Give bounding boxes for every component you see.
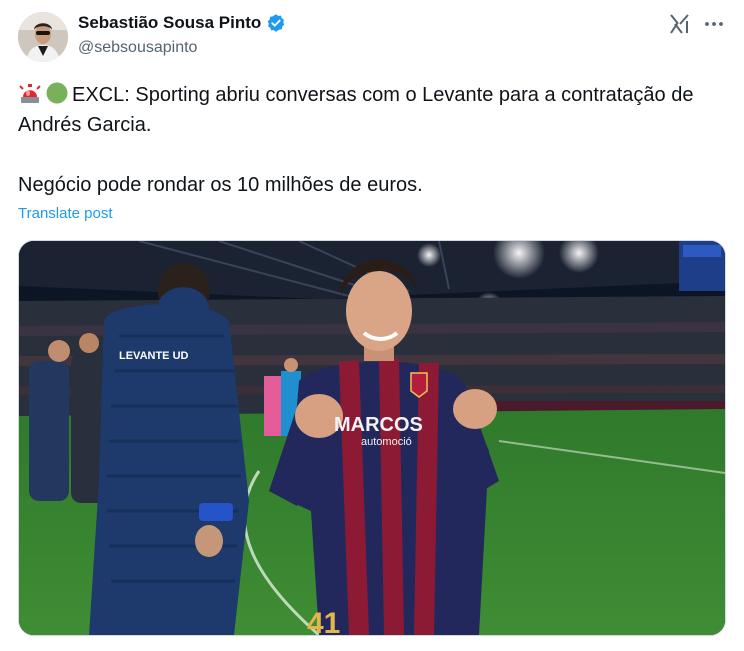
- post-card: Sebastião Sousa Pinto @sebsousapinto EXC…: [0, 0, 744, 651]
- post-paragraph-1: EXCL: Sporting abriu conversas com o Lev…: [18, 80, 728, 140]
- author-handle[interactable]: @sebsousapinto: [78, 39, 197, 57]
- grok-icon[interactable]: [668, 12, 692, 36]
- post-text: EXCL: Sporting abriu conversas com o Lev…: [18, 80, 728, 200]
- author-name-row: Sebastião Sousa Pinto: [78, 13, 286, 33]
- shirt-sponsor-text: MARCOS: [334, 414, 423, 436]
- jacket-text: LEVANTE UD: [119, 350, 189, 362]
- post-photo[interactable]: LEVANTE UD MARCOS automoció 41: [18, 240, 726, 636]
- police-light-emoji: [18, 82, 42, 104]
- translate-post-link[interactable]: Translate post: [18, 205, 113, 222]
- author-display-name[interactable]: Sebastião Sousa Pinto: [78, 13, 261, 33]
- green-circle-emoji: [45, 82, 69, 104]
- author-avatar[interactable]: [18, 12, 68, 62]
- verified-badge-icon: [266, 13, 286, 33]
- shirt-sponsor-sub-text: automoció: [361, 436, 412, 448]
- shirt-number-text: 41: [307, 607, 340, 635]
- post-paragraph-1-text: EXCL: Sporting abriu conversas com o Lev…: [18, 84, 694, 136]
- post-paragraph-2: Negócio pode rondar os 10 milhões de eur…: [18, 174, 423, 196]
- more-options-icon[interactable]: [702, 12, 726, 36]
